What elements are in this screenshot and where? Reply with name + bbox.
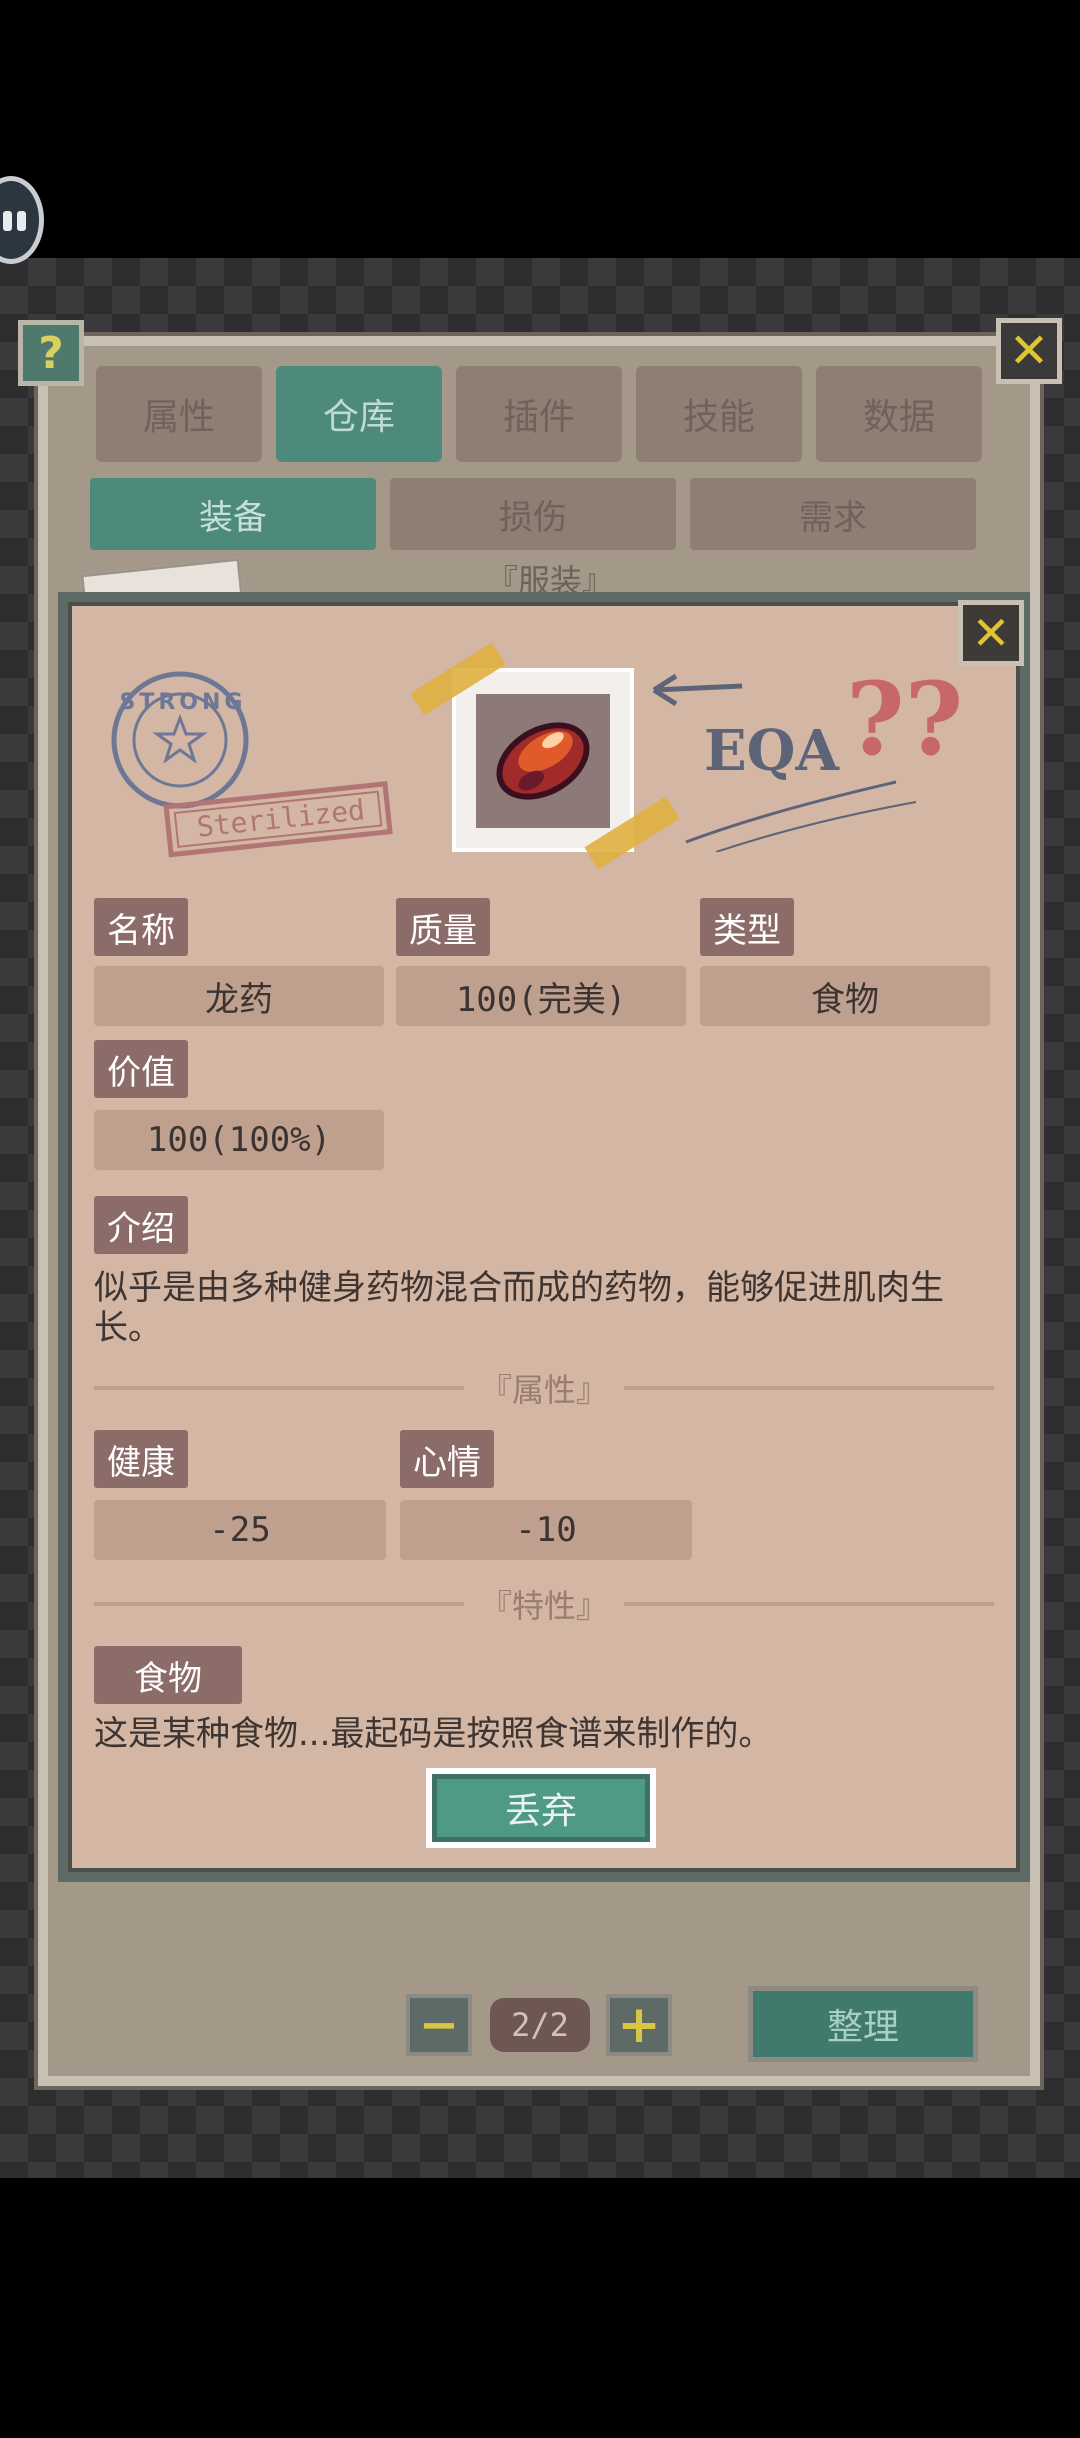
eqa-scribble-text: EQA xyxy=(704,718,839,784)
prev-page-button[interactable]: − xyxy=(406,1994,472,2056)
next-page-button[interactable]: + xyxy=(606,1994,672,2056)
type-label: 类型 xyxy=(700,898,794,956)
health-label: 健康 xyxy=(94,1430,188,1488)
quality-label: 质量 xyxy=(396,898,490,956)
subtab-injury[interactable]: 损伤 xyxy=(390,478,676,550)
subtab-needs[interactable]: 需求 xyxy=(690,478,976,550)
tab-skills[interactable]: 技能 xyxy=(636,366,802,462)
discard-button[interactable]: 丢弃 xyxy=(432,1774,650,1842)
item-intro-text: 似乎是由多种健身药物混合而成的药物，能够促进肌肉生长。 xyxy=(94,1268,944,1348)
intro-label: 介绍 xyxy=(94,1196,188,1254)
help-button[interactable]: ? xyxy=(18,320,84,386)
subtab-equipment[interactable]: 装备 xyxy=(90,478,376,550)
trait-label: 食物 xyxy=(94,1646,242,1704)
question-marks: ?? xyxy=(846,660,964,778)
question-icon: ? xyxy=(38,327,64,379)
item-type-value: 食物 xyxy=(700,966,990,1026)
health-value: -25 xyxy=(94,1500,386,1560)
avatar[interactable] xyxy=(0,176,44,264)
discard-button-frame: 丢弃 xyxy=(426,1768,656,1848)
item-value-value: 100(100%) xyxy=(94,1110,384,1170)
item-quality-value: 100(完美) xyxy=(396,966,686,1026)
sort-button[interactable]: 整理 xyxy=(748,1986,978,2062)
item-name-value: 龙药 xyxy=(94,966,384,1026)
mood-value: -10 xyxy=(400,1500,692,1560)
stamp-circle-text: STRONG xyxy=(119,690,247,715)
mood-label: 心情 xyxy=(400,1430,494,1488)
close-icon: ✕ xyxy=(1008,323,1050,379)
close-popup-button[interactable]: ✕ xyxy=(958,600,1024,666)
traits-section-title: 『特性』 xyxy=(94,1584,995,1625)
behind-section-title: 『服装』 xyxy=(485,562,614,600)
name-label: 名称 xyxy=(94,898,188,956)
item-photo xyxy=(452,668,634,852)
attributes-section-title: 『属性』 xyxy=(94,1368,995,1409)
page-indicator: 2/2 xyxy=(490,1998,590,2052)
value-label: 价值 xyxy=(94,1040,188,1098)
tab-data[interactable]: 数据 xyxy=(816,366,982,462)
tab-attributes[interactable]: 属性 xyxy=(96,366,262,462)
tab-warehouse[interactable]: 仓库 xyxy=(276,366,442,462)
trait-description: 这是某种食物...最起码是按照食谱来制作的。 xyxy=(94,1714,773,1754)
pill-icon xyxy=(496,722,590,800)
close-icon: ✕ xyxy=(971,606,1011,660)
minus-icon: − xyxy=(418,1997,460,2053)
tab-plugins[interactable]: 插件 xyxy=(456,366,622,462)
plus-icon: + xyxy=(617,1995,661,2055)
close-panel-button[interactable]: ✕ xyxy=(996,318,1062,384)
